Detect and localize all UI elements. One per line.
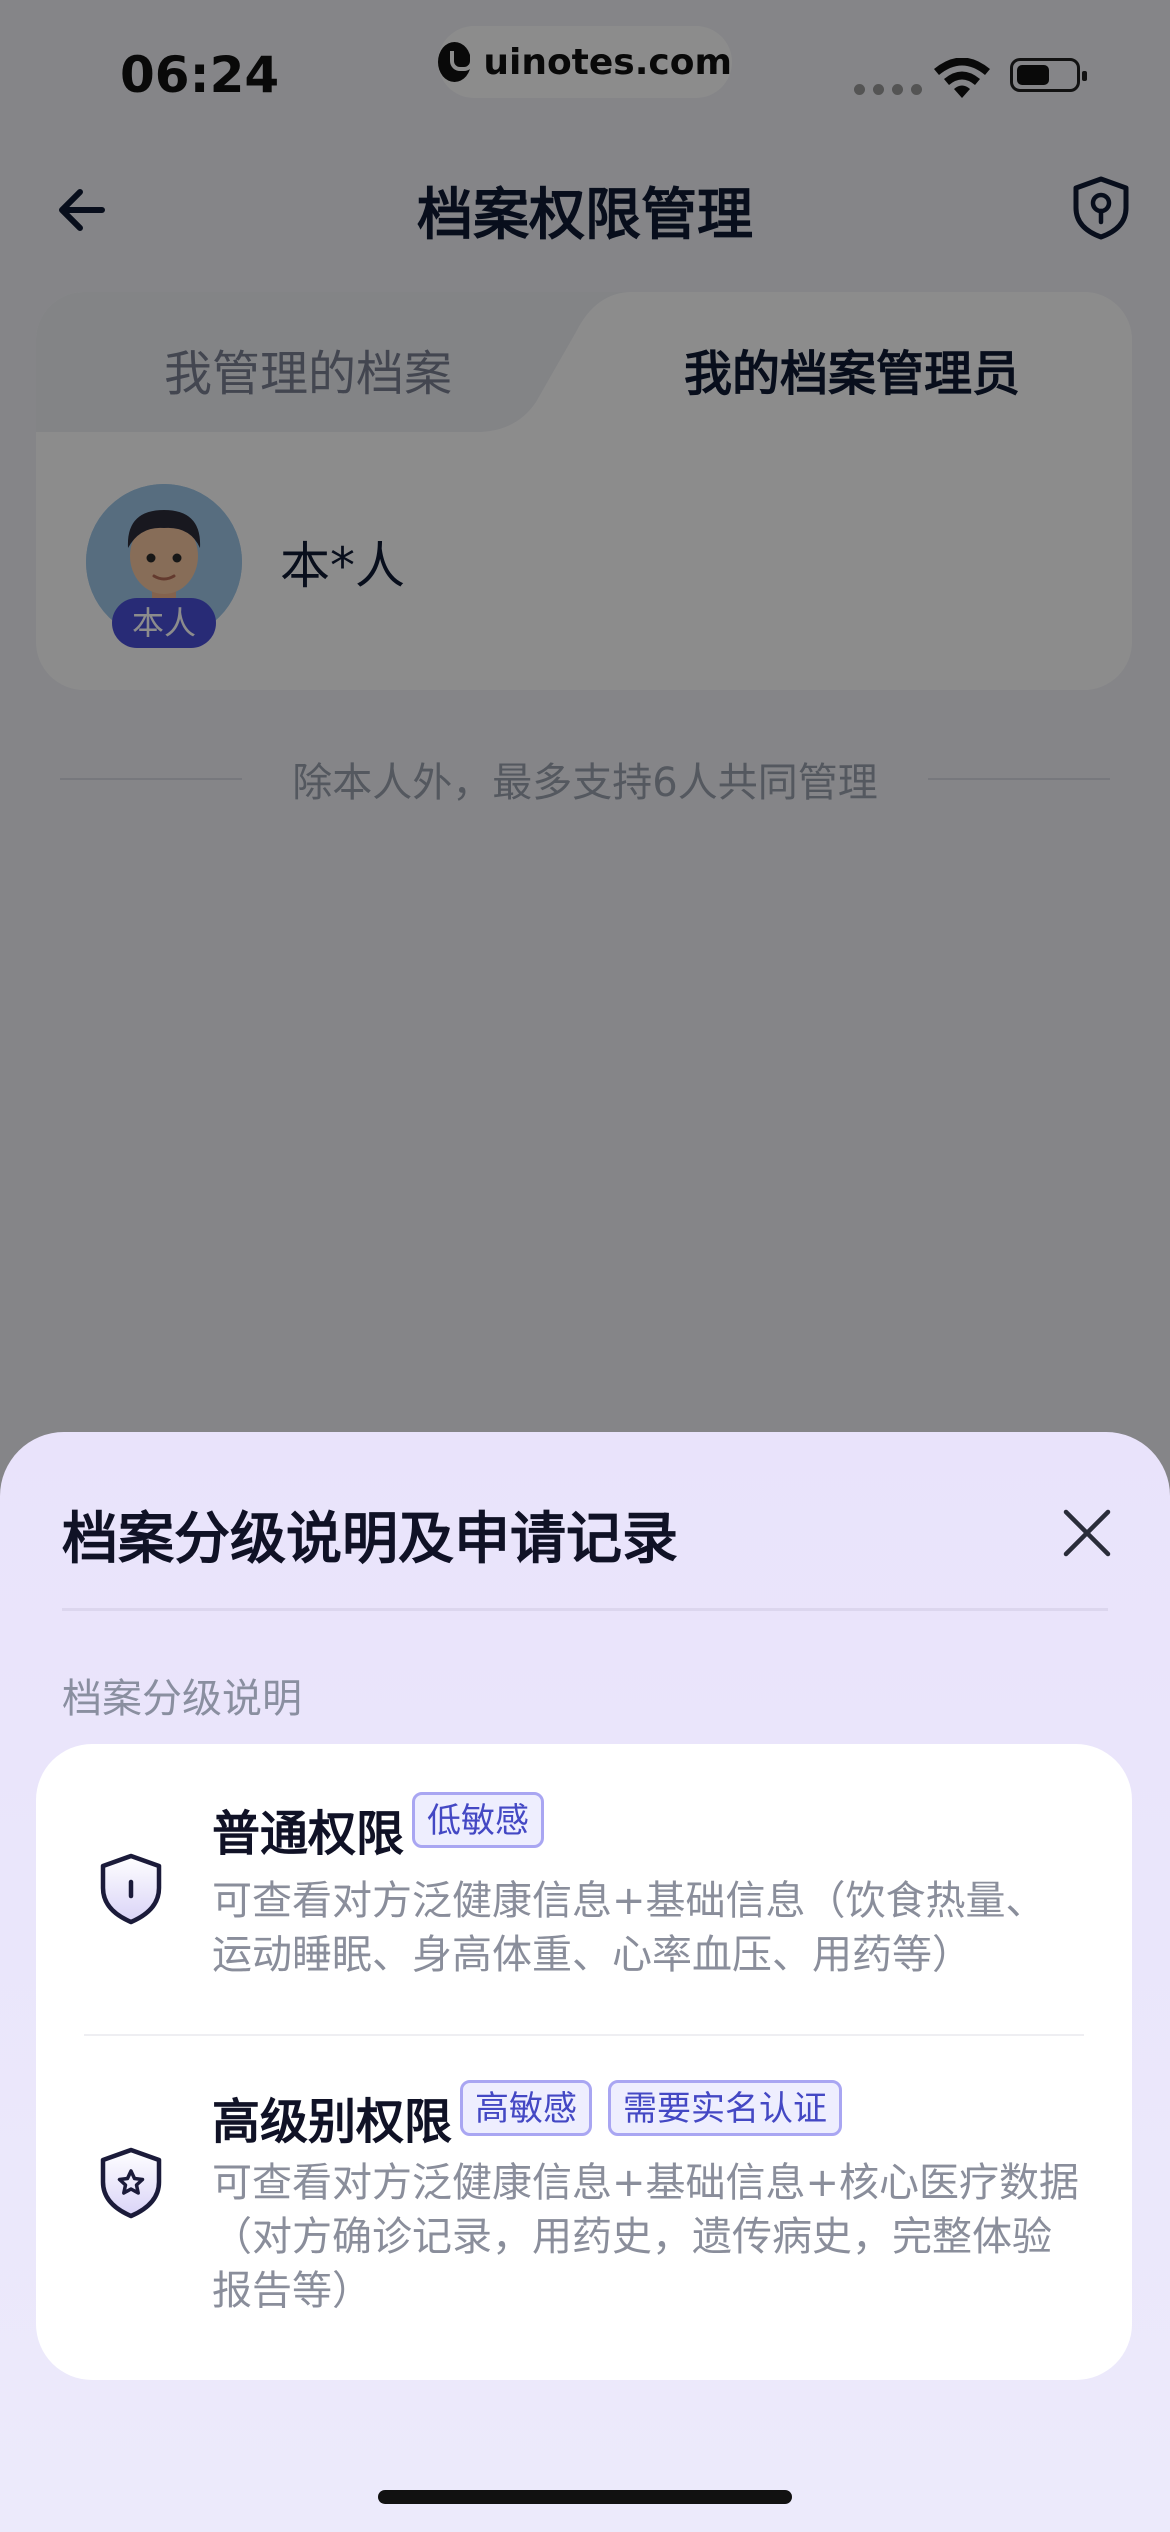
description-line: 可查看对方泛健康信息+基础信息+核心医疗数据: [212, 2160, 1080, 2206]
screen: 06:24 uinotes.com 档案权限管理 我管理的档案 我的档案管理员: [0, 0, 1170, 2532]
description-line: （对方确诊记录，用药史，遗传病史，完整体验: [212, 2214, 1052, 2260]
shield-icon: [100, 1853, 162, 1925]
level-name: 普通权限: [212, 1806, 405, 1862]
permission-levels-card: 普通权限 低敏感 可查看对方泛健康信息+基础信息（饮食热量、 运动睡眠、身高体重…: [36, 1744, 1132, 2380]
bottom-sheet: 档案分级说明及申请记录 档案分级说明 普通权限 低敏感 可查看对方泛健康信息+基…: [0, 1432, 1170, 2532]
section-label: 档案分级说明: [62, 1676, 302, 1722]
description-line: 可查看对方泛健康信息+基础信息（饮食热量、: [212, 1878, 1046, 1924]
level-description: 可查看对方泛健康信息+基础信息+核心医疗数据 （对方确诊记录，用药史，遗传病史，…: [212, 2156, 1102, 2318]
divider: [62, 1608, 1108, 1611]
level-description: 可查看对方泛健康信息+基础信息（饮食热量、 运动睡眠、身高体重、心率血压、用药等…: [212, 1874, 1102, 1982]
sheet-title: 档案分级说明及申请记录: [62, 1507, 678, 1572]
divider: [84, 2034, 1084, 2036]
tag-group: 低敏感: [412, 1792, 544, 1848]
home-indicator[interactable]: [378, 2490, 792, 2504]
tag-group: 高敏感 需要实名认证: [460, 2080, 842, 2136]
description-line: 报告等）: [212, 2268, 372, 2314]
level-name: 高级别权限: [212, 2094, 453, 2150]
description-line: 运动睡眠、身高体重、心率血压、用药等）: [212, 1932, 972, 1978]
close-icon[interactable]: [1062, 1508, 1112, 1558]
sensitivity-tag: 高敏感: [460, 2080, 592, 2136]
verification-tag: 需要实名认证: [608, 2080, 842, 2136]
sensitivity-tag: 低敏感: [412, 1792, 544, 1848]
shield-star-icon: [100, 2147, 162, 2219]
